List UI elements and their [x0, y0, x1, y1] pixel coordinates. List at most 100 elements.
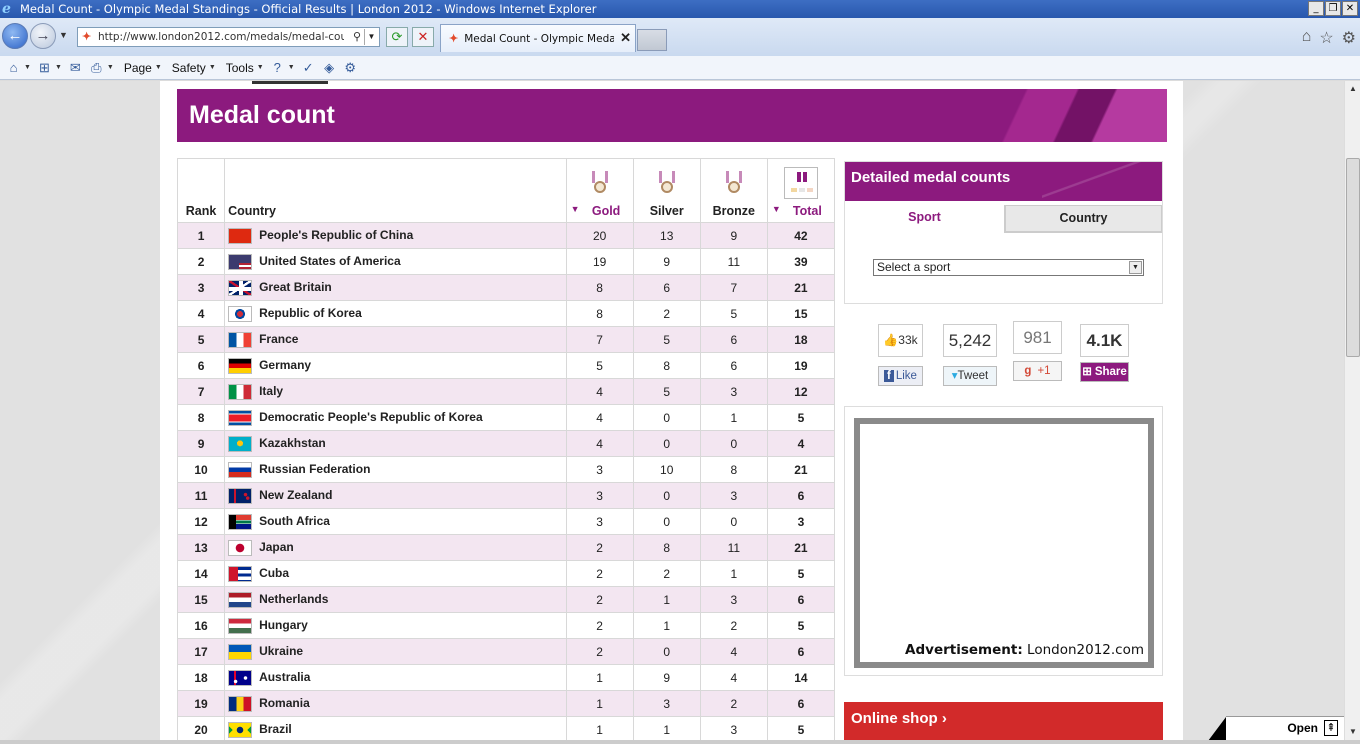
country-cell[interactable]: New Zealand	[224, 482, 567, 509]
research-cmd[interactable]: ◈	[322, 60, 337, 75]
advertisement-frame[interactable]: Advertisement: London2012.com	[854, 418, 1154, 668]
country-cell[interactable]: Italy	[224, 378, 567, 405]
table-row[interactable]: 6 Germany 5 8 6 19	[176, 352, 836, 379]
table-row[interactable]: 12 South Africa 3 0 0 3	[176, 508, 836, 535]
mail-cmd[interactable]: ✉	[68, 60, 83, 75]
print-cmd[interactable]: ⎙ ▼	[89, 60, 114, 75]
restore-button[interactable]: ❐	[1325, 1, 1341, 16]
country-name[interactable]: Italy	[259, 384, 283, 398]
table-row[interactable]: 17 Ukraine 2 0 4 6	[176, 638, 836, 665]
open-bar[interactable]: Open ⇞	[1208, 716, 1344, 740]
table-row[interactable]: 2 United States of America 19 9 11 39	[176, 248, 836, 275]
safety-menu[interactable]: Safety ▼	[172, 61, 216, 75]
table-row[interactable]: 20 Brazil 1 1 3 5	[176, 716, 836, 740]
country-cell[interactable]: France	[224, 326, 567, 353]
scroll-thumb[interactable]	[1346, 158, 1360, 357]
browser-tab[interactable]: ✦ Medal Count - Olympic Medal... ✕	[440, 24, 636, 52]
favorites-star-icon[interactable]: ☆	[1319, 28, 1333, 48]
country-name[interactable]: United States of America	[259, 254, 401, 268]
table-row[interactable]: 3 Great Britain 8 6 7 21	[176, 274, 836, 301]
tab-close-icon[interactable]: ✕	[620, 30, 631, 46]
country-cell[interactable]: Australia	[224, 664, 567, 691]
country-name[interactable]: Australia	[259, 670, 310, 684]
table-row[interactable]: 1 People's Republic of China 20 13 9 42	[176, 222, 836, 249]
total-header[interactable]: ▼ Total	[766, 200, 836, 223]
country-cell[interactable]: Hungary	[224, 612, 567, 639]
country-cell[interactable]: People's Republic of China	[224, 222, 567, 249]
table-row[interactable]: 11 New Zealand 3 0 3 6	[176, 482, 836, 509]
table-row[interactable]: 9 Kazakhstan 4 0 0 4	[176, 430, 836, 457]
country-cell[interactable]: Republic of Korea	[224, 300, 567, 327]
table-row[interactable]: 5 France 7 5 6 18	[176, 326, 836, 353]
refresh-button[interactable]: ⟳	[386, 27, 408, 47]
country-name[interactable]: Cuba	[259, 566, 289, 580]
country-name[interactable]: Republic of Korea	[259, 306, 362, 320]
country-name[interactable]: Kazakhstan	[259, 436, 326, 450]
scroll-down-arrow-icon[interactable]: ▼	[1345, 724, 1360, 740]
minimize-button[interactable]: _	[1308, 1, 1324, 16]
table-row[interactable]: 14 Cuba 2 2 1 5	[176, 560, 836, 587]
country-header[interactable]: Country	[224, 200, 567, 223]
country-cell[interactable]: Ukraine	[224, 638, 567, 665]
country-cell[interactable]: Democratic People's Republic of Korea	[224, 404, 567, 431]
google-plus-button[interactable]: g +1	[1013, 361, 1062, 381]
table-row[interactable]: 8 Democratic People's Republic of Korea 4 0…	[176, 404, 836, 431]
country-cell[interactable]: United States of America	[224, 248, 567, 275]
country-cell[interactable]: Brazil	[224, 716, 567, 740]
country-name[interactable]: People's Republic of China	[259, 228, 413, 242]
history-dropdown-icon[interactable]: ▼	[59, 30, 68, 40]
table-row[interactable]: 16 Hungary 2 1 2 5	[176, 612, 836, 639]
home-icon[interactable]: ⌂	[1302, 28, 1312, 48]
table-row[interactable]: 15 Netherlands 2 1 3 6	[176, 586, 836, 613]
country-name[interactable]: Netherlands	[259, 592, 328, 606]
search-icon[interactable]: ⚲	[353, 30, 361, 43]
country-cell[interactable]: Russian Federation	[224, 456, 567, 483]
addon-cmd[interactable]: ⚙	[343, 60, 358, 75]
vertical-scrollbar[interactable]: ▲ ▼	[1344, 81, 1360, 740]
feeds-cmd[interactable]: ⊞ ▼	[37, 60, 62, 75]
country-cell[interactable]: South Africa	[224, 508, 567, 535]
table-row[interactable]: 13 Japan 2 8 11 21	[176, 534, 836, 561]
country-name[interactable]: Germany	[259, 358, 311, 372]
country-name[interactable]: Brazil	[259, 722, 292, 736]
new-tab-button[interactable]	[637, 29, 667, 51]
country-name[interactable]: Great Britain	[259, 280, 332, 294]
spellcheck-cmd[interactable]: ✓	[301, 60, 316, 75]
stop-button[interactable]: ✕	[412, 27, 434, 47]
country-cell[interactable]: Romania	[224, 690, 567, 717]
country-name[interactable]: New Zealand	[259, 488, 332, 502]
address-dropdown-icon[interactable]: ▼	[364, 29, 378, 45]
country-cell[interactable]: Germany	[224, 352, 567, 379]
tab-sport[interactable]: Sport	[845, 205, 1005, 233]
tweet-button[interactable]: ▾Tweet	[943, 366, 997, 386]
tools-menu[interactable]: Tools ▼	[226, 61, 264, 75]
table-row[interactable]: 18 Australia 1 9 4 14	[176, 664, 836, 691]
total-grid-icon[interactable]	[783, 166, 818, 199]
facebook-like-button[interactable]: f Like	[878, 366, 923, 386]
share-button[interactable]: ⊞ Share	[1080, 362, 1129, 382]
sport-select[interactable]: Select a sport ▼	[873, 259, 1144, 276]
table-row[interactable]: 19 Romania 1 3 2 6	[176, 690, 836, 717]
scroll-up-arrow-icon[interactable]: ▲	[1345, 81, 1360, 97]
country-name[interactable]: Russian Federation	[259, 462, 370, 476]
country-name[interactable]: South Africa	[259, 514, 330, 528]
close-window-button[interactable]: ✕	[1342, 1, 1358, 16]
country-name[interactable]: France	[259, 332, 298, 346]
rank-header[interactable]: Rank	[176, 200, 226, 223]
back-button[interactable]: ←	[2, 23, 28, 49]
country-cell[interactable]: Netherlands	[224, 586, 567, 613]
country-name[interactable]: Romania	[259, 696, 310, 710]
country-name[interactable]: Ukraine	[259, 644, 303, 658]
online-shop-banner[interactable]: Online shop ›	[844, 702, 1163, 740]
page-menu[interactable]: Page ▼	[124, 61, 162, 75]
country-name[interactable]: Japan	[259, 540, 294, 554]
table-row[interactable]: 4 Republic of Korea 8 2 5 15	[176, 300, 836, 327]
home-cmd[interactable]: ⌂ ▼	[6, 60, 31, 75]
country-name[interactable]: Democratic People's Republic of Korea	[259, 410, 483, 424]
expand-up-icon[interactable]: ⇞	[1324, 720, 1338, 736]
table-row[interactable]: 10 Russian Federation 3 10 8 21	[176, 456, 836, 483]
country-cell[interactable]: Japan	[224, 534, 567, 561]
address-bar[interactable]: ✦ http://www.london2012.com/medals/medal…	[77, 27, 380, 47]
silver-header[interactable]: Silver	[632, 200, 701, 223]
country-cell[interactable]: Cuba	[224, 560, 567, 587]
